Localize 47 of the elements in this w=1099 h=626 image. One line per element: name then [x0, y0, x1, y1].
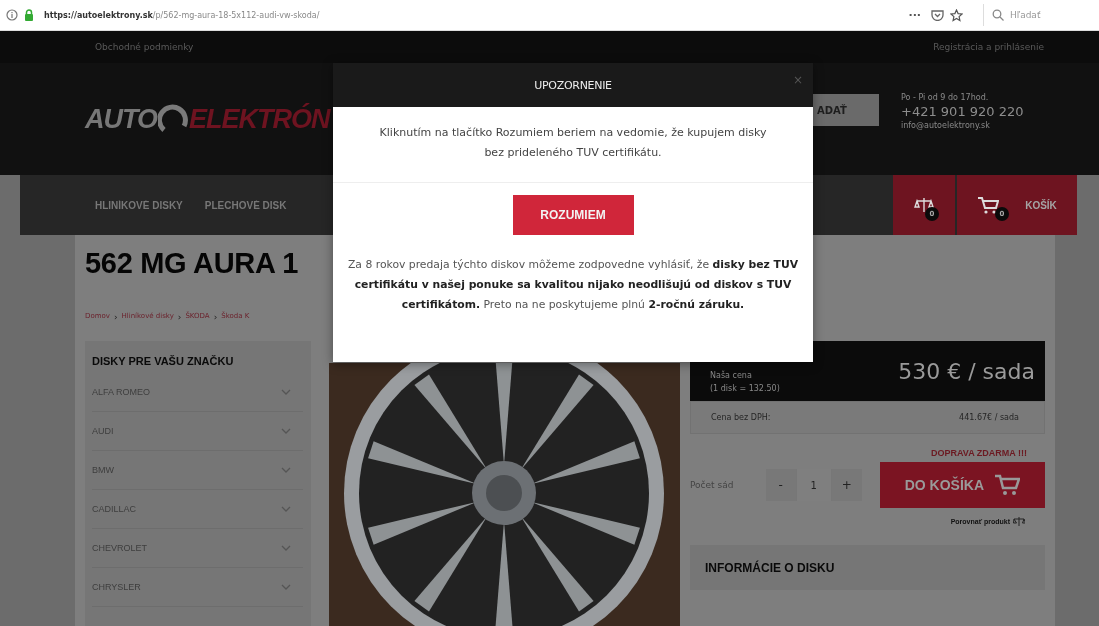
net-price-value: 441.67€ / sada: [959, 413, 1019, 422]
star-icon: [950, 8, 963, 22]
chevron-down-icon: [281, 506, 292, 512]
net-price-label: Cena bez DPH:: [711, 413, 771, 422]
search-button[interactable]: ADAŤ: [813, 94, 879, 126]
product-title: 562 MG AURA 1: [85, 247, 300, 280]
section-heading: INFORMÁCIE O DISKU: [690, 545, 1045, 590]
scales-icon: [914, 196, 934, 214]
price-label: Naša cena: [710, 371, 753, 380]
search-icon: [992, 9, 1004, 21]
cart-icon: [977, 196, 1000, 214]
dialog-note: Za 8 rokov predaja týchto diskov môžeme zodpovedne vyhlásiť, že disky bez TUV certifikátu v našej ponuke sa kvalitou nijako neodlišujú od diskov s TUV certifikátom. Preto na ne poskytujeme plnú 2-ročnú záruku.: [346, 257, 800, 313]
sidebar-heading: DISKY PRE VAŠU ZNAČKU: [92, 355, 235, 369]
cart-icon: [994, 474, 1020, 496]
opening-hours: Po - Pi od 9 do 17hod.: [901, 92, 990, 102]
email-address: info@autoelektrony.sk: [901, 120, 991, 130]
price-value: 530 € / sada: [898, 358, 1035, 384]
close-button[interactable]: ×: [792, 73, 803, 87]
chevron-down-icon: [281, 545, 292, 551]
logo-text: AUTO: [85, 103, 157, 135]
add-to-cart-button[interactable]: DO KOŠÍKA: [879, 462, 1045, 508]
breadcrumb-separator: ›: [177, 312, 182, 322]
chevron-down-icon: [281, 428, 292, 434]
dialog-title: UPOZORNENIE: [534, 78, 612, 92]
info-icon: [6, 9, 18, 21]
nav-link[interactable]: HLINÍKOVÉ DISKY: [95, 199, 183, 211]
understand-button[interactable]: ROZUMIEM: [512, 195, 634, 235]
scales-icon: [1013, 516, 1025, 527]
breadcrumb-separator: ›: [113, 312, 118, 322]
search-field[interactable]: Hľadať: [1008, 5, 1093, 25]
breadcrumb-separator: ›: [213, 312, 218, 322]
address-bar[interactable]: https://autoelektrony.sk/p/562-mg-aura-18-5x112-audi-vw-skoda/: [40, 10, 903, 20]
chevron-down-icon: [281, 389, 292, 395]
dialog-message: Kliknutím na tlačítko Rozumiem beriem na vedomie, že kupujem disky bez prideleného TUV certifikátu.: [333, 107, 813, 183]
page-actions-button[interactable]: ···: [908, 8, 921, 22]
price-note: (1 disk = 132.50): [710, 384, 780, 393]
terms-link[interactable]: Obchodné podmienky: [95, 42, 194, 52]
nav-link[interactable]: PLECHOVÉ DISK: [204, 199, 287, 211]
chevron-down-icon: [281, 467, 292, 473]
lock-icon: [24, 9, 34, 21]
quantity-field[interactable]: 1: [796, 469, 831, 501]
free-shipping-label: DOPRAVA ZDARMA !!!: [930, 447, 1028, 460]
pocket-icon: [931, 9, 944, 21]
chevron-down-icon: [281, 584, 292, 590]
logo-text: ELEKTRÓN: [189, 103, 330, 135]
phone-number: +421 901 920 220: [901, 103, 1024, 119]
register-login-link[interactable]: Registrácia a prihlásenie: [933, 42, 1044, 52]
